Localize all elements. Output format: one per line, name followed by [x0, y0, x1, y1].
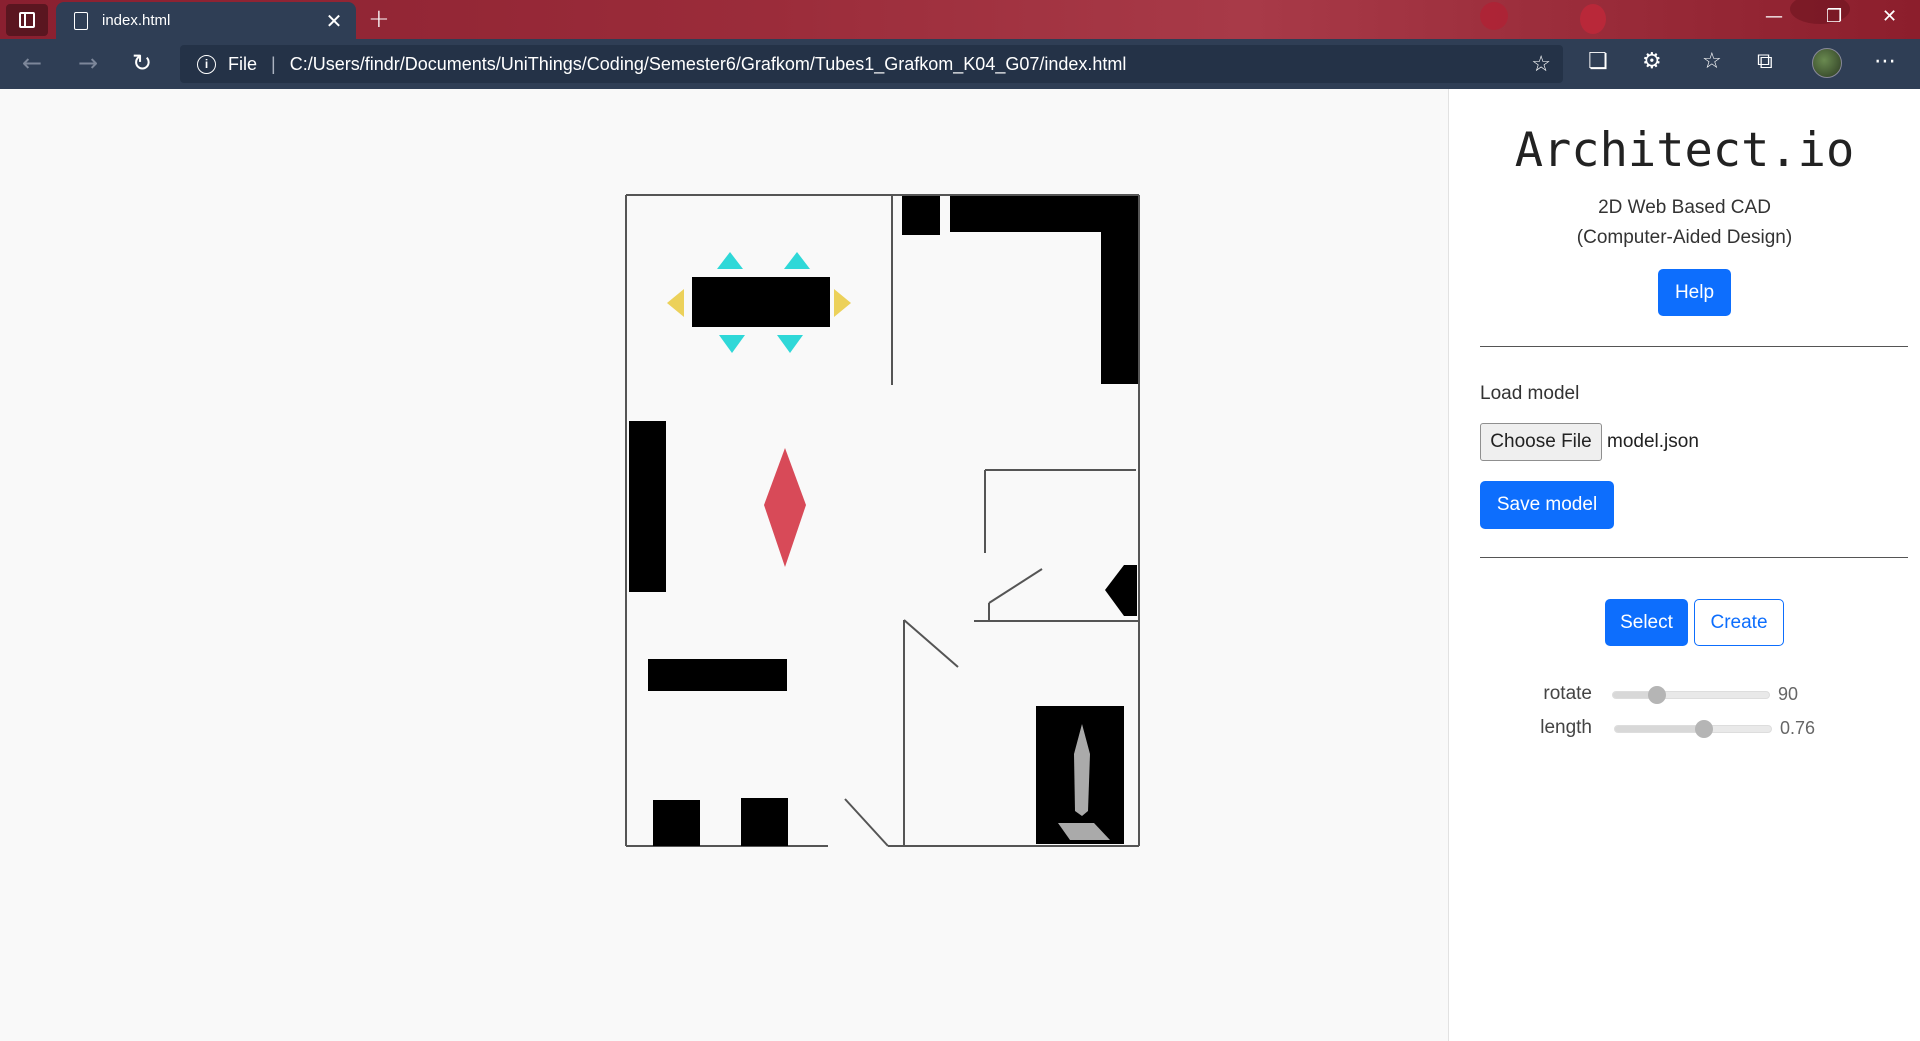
file-name: model.json [1607, 431, 1699, 452]
info-icon[interactable]: i [197, 54, 216, 74]
rotate-label: rotate [1543, 683, 1592, 704]
slider-fill [1615, 726, 1704, 732]
door [988, 568, 1043, 604]
chair-marker [777, 335, 803, 353]
help-button[interactable]: Help [1658, 269, 1731, 316]
length-value: 0.76 [1780, 718, 1816, 738]
rotate-slider[interactable] [1612, 686, 1770, 704]
chair-marker [784, 252, 810, 269]
door [844, 798, 889, 847]
refresh-icon[interactable]: ↻ [132, 49, 152, 77]
cabinet [648, 659, 787, 691]
browser-tab[interactable]: index.html ✕ [56, 2, 356, 39]
sofa [629, 421, 666, 592]
furniture-block [902, 196, 940, 235]
address-toolbar: ← → ↻ i File | C:/Users/findr/Documents/… [0, 39, 1920, 89]
floor-plan[interactable] [0, 89, 1448, 1041]
favorites-icon[interactable]: ☆ [1702, 49, 1722, 74]
extension-icon[interactable]: ❏ [1588, 49, 1608, 74]
forward-icon[interactable]: → [78, 49, 98, 77]
sink-basin [1105, 565, 1124, 616]
drawing-canvas[interactable] [0, 89, 1448, 1041]
minimize-icon[interactable]: — [1765, 6, 1783, 27]
new-tab-button[interactable]: + [368, 4, 390, 34]
browser-tab-bar: index.html ✕ + — ❐ ✕ [0, 0, 1920, 39]
more-icon[interactable]: ⋯ [1874, 49, 1896, 74]
profile-avatar[interactable] [1812, 48, 1842, 78]
extensions-icon[interactable]: ⚙ [1642, 49, 1662, 74]
app-title: Architect.io [1514, 123, 1855, 178]
background-decoration [1480, 2, 1508, 30]
url-text[interactable]: C:/Users/findr/Documents/UniThings/Codin… [290, 54, 1127, 75]
control-panel: Architect.io 2D Web Based CAD (Computer-… [1448, 89, 1920, 1041]
tab-title: index.html [102, 12, 171, 29]
window-close-icon[interactable]: ✕ [1882, 6, 1897, 27]
chair [653, 800, 700, 846]
length-label: length [1540, 717, 1592, 738]
save-model-button[interactable]: Save model [1480, 481, 1614, 529]
slider-thumb[interactable] [1647, 686, 1666, 704]
select-mode-button[interactable]: Select [1605, 599, 1688, 646]
length-slider[interactable] [1614, 720, 1772, 738]
address-bar[interactable]: i File | C:/Users/findr/Documents/UniThi… [180, 45, 1563, 83]
back-icon[interactable]: ← [22, 49, 42, 77]
load-model-label: Load model [1480, 383, 1580, 404]
collections-icon[interactable]: ⧉ [1757, 49, 1773, 74]
add-favorite-icon[interactable]: ☆ [1531, 51, 1551, 77]
background-decoration [1580, 4, 1606, 34]
red-diamond [764, 448, 806, 567]
chair [741, 798, 788, 846]
url-separator: | [271, 53, 276, 74]
sink [1124, 565, 1137, 616]
slider-thumb[interactable] [1694, 720, 1713, 738]
app-subtitle: 2D Web Based CAD (Computer-Aided Design) [1449, 193, 1920, 253]
chair-marker [719, 335, 745, 353]
choose-file-button[interactable]: Choose File [1480, 423, 1602, 461]
divider [1480, 557, 1908, 558]
chair-marker [717, 252, 743, 269]
chair-marker [667, 289, 684, 317]
chair-marker [834, 289, 851, 317]
rotate-value: 90 [1778, 684, 1799, 704]
url-scheme: File [228, 53, 258, 74]
create-mode-button[interactable]: Create [1694, 599, 1784, 646]
document-icon [74, 11, 88, 30]
door [903, 619, 959, 668]
tab-actions-icon[interactable] [6, 4, 48, 36]
subtitle-line: 2D Web Based CAD [1598, 197, 1771, 218]
subtitle-line: (Computer-Aided Design) [1576, 227, 1793, 248]
dining-table [692, 277, 830, 327]
kitchen-counter [950, 196, 1138, 384]
divider [1480, 346, 1908, 347]
tab-close-icon[interactable]: ✕ [320, 9, 348, 33]
restore-icon[interactable]: ❐ [1826, 6, 1842, 27]
